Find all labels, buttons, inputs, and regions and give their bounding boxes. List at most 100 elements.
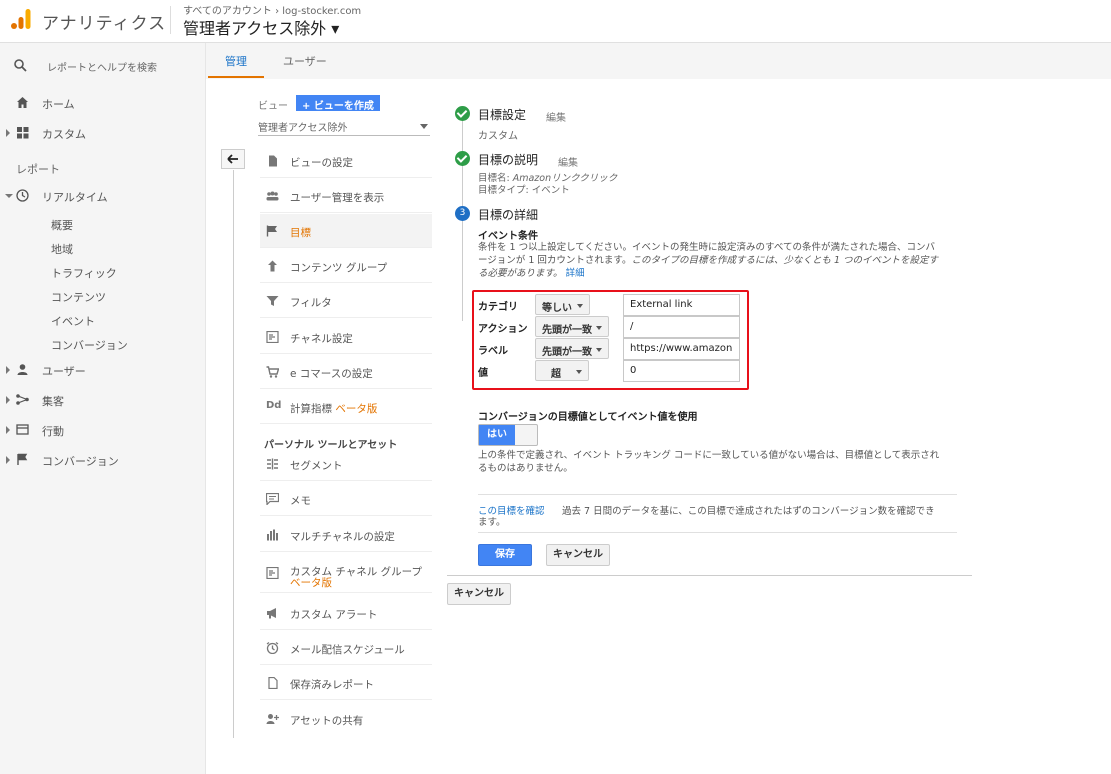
person-add-icon — [266, 714, 279, 724]
saved-reports-item[interactable]: 保存済みレポート — [260, 666, 432, 700]
label-value-input[interactable]: https://www.amazon — [623, 338, 740, 360]
calculated-metrics-label: 計算指標 — [290, 403, 332, 415]
back-arrow-icon — [227, 154, 238, 164]
people-icon — [266, 191, 279, 201]
step-complete-icon — [455, 106, 470, 121]
filters-item[interactable]: フィルタ — [260, 284, 432, 318]
goals-item[interactable]: 目標 — [260, 214, 432, 248]
chevron-down-icon — [596, 326, 602, 330]
view-selector[interactable]: 管理者アクセス除外 ▾ — [183, 15, 339, 39]
save-button[interactable]: 保存 — [478, 544, 532, 566]
value-value-input[interactable]: 0 — [623, 360, 740, 382]
segments-label: セグメント — [290, 460, 343, 472]
conditions-description-line1: 条件を 1 つ以上設定してください。イベントの発生時に設定済みのすべての条件が満… — [478, 242, 935, 253]
nav-users[interactable]: ユーザー — [0, 358, 206, 382]
nav-realtime-label: リアルタイム — [42, 191, 108, 204]
outer-cancel-button[interactable]: キャンセル — [447, 583, 511, 605]
clock-icon — [266, 642, 279, 654]
channel-settings-label: チャネル設定 — [290, 333, 353, 345]
toggle-note-line1: 上の条件で定義され、イベント トラッキング コードに一致している値がない場合は、… — [478, 450, 940, 461]
condition-action-label: アクション — [478, 324, 528, 335]
channel-icon — [266, 331, 279, 343]
annotations-label: メモ — [290, 495, 311, 507]
view-settings-item[interactable]: ビューの設定 — [260, 144, 432, 178]
details-link[interactable]: 詳細 — [566, 268, 585, 279]
category-operator-value: 等しい — [542, 303, 572, 314]
conditions-description-line2: ージョンが 1 回カウントされます。このタイプの目標を作成するには、少なくとも … — [478, 252, 938, 266]
nav-conversions[interactable]: コンバージョン — [0, 448, 206, 472]
search-icon[interactable] — [14, 59, 27, 72]
nav-conversions-label: コンバージョン — [42, 455, 119, 468]
multichannel-settings-item[interactable]: マルチチャネルの設定 — [260, 518, 432, 552]
view-settings-label: ビューの設定 — [290, 157, 353, 169]
clock-icon — [16, 189, 29, 202]
person-run-icon — [268, 260, 277, 272]
nav-acquisition-label: 集客 — [42, 395, 64, 408]
nav-behavior[interactable]: 行動 — [0, 418, 206, 442]
toggle-on-label: はい — [479, 425, 515, 445]
channel-settings-item[interactable]: チャネル設定 — [260, 320, 432, 354]
cancel-button[interactable]: キャンセル — [546, 544, 610, 566]
home-icon — [17, 97, 28, 108]
ecommerce-settings-item[interactable]: e コマースの設定 — [260, 355, 432, 389]
annotations-item[interactable]: メモ — [260, 482, 432, 516]
label-operator-value: 先頭が一致 — [542, 347, 592, 358]
user-management-item[interactable]: ユーザー管理を表示 — [260, 179, 432, 213]
action-operator-value: 先頭が一致 — [542, 325, 592, 336]
calculated-metrics-item[interactable]: Dd 計算指標 ベータ版 — [260, 390, 432, 424]
conditions-description-line3: る必要があります。 詳細 — [478, 265, 585, 279]
doc-icon — [269, 155, 277, 167]
share-assets-item[interactable]: アセットの共有 — [260, 702, 432, 736]
category-value-input[interactable]: External link — [623, 294, 740, 316]
action-value-input[interactable]: / — [623, 316, 740, 338]
doc-icon — [268, 677, 278, 689]
expand-icon — [6, 426, 10, 434]
segments-item[interactable]: セグメント — [260, 447, 432, 481]
content-grouping-item[interactable]: コンテンツ グループ — [260, 249, 432, 283]
nav-realtime-events[interactable]: イベント — [51, 313, 95, 329]
tab-user[interactable]: ユーザー — [283, 53, 327, 69]
flag-icon — [17, 453, 28, 465]
analytics-logo-icon[interactable] — [10, 8, 32, 30]
ecommerce-settings-label: e コマースの設定 — [290, 368, 373, 380]
nav-realtime[interactable]: リアルタイム — [0, 184, 206, 208]
nav-realtime-traffic[interactable]: トラフィック — [51, 265, 117, 281]
goals-label: 目標 — [290, 227, 311, 239]
header-spacer — [260, 441, 432, 442]
collapse-icon — [5, 194, 13, 198]
custom-alerts-item[interactable]: カスタム アラート — [260, 596, 432, 630]
nav-custom-label: カスタム — [42, 128, 86, 141]
expand-icon — [6, 456, 10, 464]
action-operator-dropdown[interactable]: 先頭が一致 — [535, 316, 609, 337]
nav-acquisition[interactable]: 集客 — [0, 388, 206, 412]
nav-home[interactable]: ホーム — [0, 91, 206, 115]
step1-title: 目標設定 — [478, 108, 527, 122]
step1-edit-link[interactable]: 編集 — [546, 109, 566, 124]
category-operator-dropdown[interactable]: 等しい — [535, 294, 590, 315]
chevron-down-icon — [577, 304, 583, 308]
create-view-button[interactable]: + ビューを作成 — [296, 95, 380, 112]
event-value-toggle[interactable]: はい — [478, 424, 538, 446]
saved-reports-label: 保存済みレポート — [290, 679, 374, 691]
header-divider — [170, 6, 171, 34]
search-input[interactable]: レポートとヘルプを検索 — [47, 59, 157, 74]
nav-realtime-location[interactable]: 地域 — [51, 241, 73, 257]
value-operator-dropdown[interactable]: 超 — [535, 360, 589, 381]
step2-edit-link[interactable]: 編集 — [558, 154, 578, 169]
step2-goal-type: 目標タイプ: イベント — [478, 185, 570, 196]
view-dropdown[interactable]: 管理者アクセス除外 — [258, 119, 430, 136]
nav-custom[interactable]: カスタム — [0, 121, 206, 145]
custom-channel-grouping-item[interactable]: カスタム チャネル グループ ベータ版 — [260, 553, 432, 593]
tab-admin[interactable]: 管理 — [225, 53, 247, 69]
label-operator-dropdown[interactable]: 先頭が一致 — [535, 338, 609, 359]
nav-realtime-content[interactable]: コンテンツ — [51, 289, 106, 305]
verify-goal-text-line1: 過去 7 日間のデータを基に、この目標で達成されたはずのコンバージョン数を確認で… — [562, 506, 935, 517]
back-button[interactable] — [221, 149, 245, 169]
nav-realtime-overview[interactable]: 概要 — [51, 217, 73, 233]
nav-realtime-conversions[interactable]: コンバージョン — [51, 337, 128, 353]
step3-number: 3 — [455, 206, 470, 221]
filter-icon — [266, 296, 279, 306]
step1-value: カスタム — [478, 131, 518, 142]
scheduled-emails-item[interactable]: メール配信スケジュール — [260, 631, 432, 665]
desc-line2b: このタイプの目標を作成するには、少なくとも 1 つのイベントを設定す — [631, 255, 939, 266]
